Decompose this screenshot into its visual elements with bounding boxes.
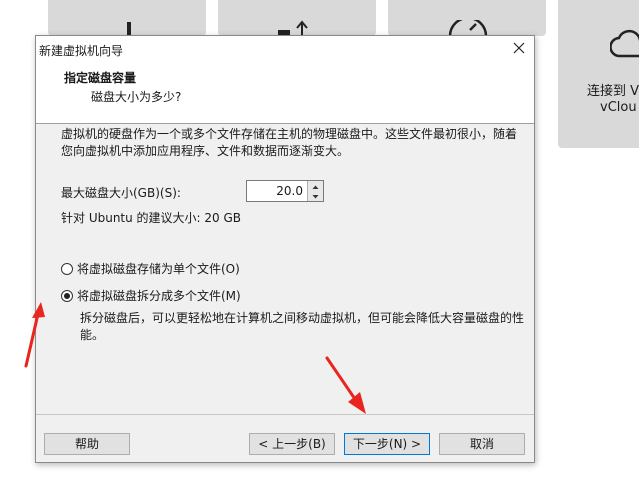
background-tile-1[interactable]	[48, 0, 206, 36]
title-bar[interactable]: 新建虚拟机向导	[36, 36, 534, 61]
cloud-icon	[610, 29, 639, 58]
spin-down-button[interactable]	[308, 191, 323, 201]
page-subtitle: 磁盘大小为多少?	[91, 90, 182, 104]
footer-divider	[36, 414, 534, 415]
max-disk-size-label: 最大磁盘大小(GB)(S):	[61, 186, 181, 200]
split-files-radio[interactable]	[61, 289, 73, 302]
recommended-size: 针对 Ubuntu 的建议大小: 20 GB	[61, 211, 242, 225]
split-option-description: 拆分磁盘后，可以更轻松地在计算机之间移动虚拟机，但可能会降低大容量磁盘的性能。	[80, 311, 525, 342]
tile-2-icon	[278, 20, 308, 36]
window-title: 新建虚拟机向导	[39, 44, 124, 58]
cancel-button[interactable]: 取消	[439, 433, 525, 455]
split-files-option[interactable]: 将虚拟磁盘拆分成多个文件(M)	[61, 287, 241, 304]
max-disk-size-value[interactable]: 20.0	[276, 184, 303, 198]
background-tile-3[interactable]	[388, 0, 546, 36]
max-disk-size-spinner[interactable]: 20.0	[246, 180, 324, 202]
back-button[interactable]: < 上一步(B)	[249, 433, 335, 455]
single-file-option[interactable]: 将虚拟磁盘存储为单个文件(O)	[61, 260, 240, 277]
chevron-down-icon	[312, 195, 319, 199]
annotation-arrow-next	[325, 356, 366, 414]
single-file-radio[interactable]	[61, 262, 73, 275]
tile-connect-line1: 连接到 V	[587, 84, 639, 99]
new-vm-wizard-dialog: 新建虚拟机向导 指定磁盘容量 磁盘大小为多少? 虚拟机的硬盘作为一个或多个文件存…	[35, 35, 535, 463]
background-tile-2[interactable]	[218, 0, 376, 36]
background-tile-connect[interactable]: 连接到 V vClou	[558, 0, 639, 148]
tile-1-icon	[127, 22, 131, 36]
close-icon[interactable]	[511, 40, 527, 56]
tile-connect-line2: vClou	[600, 100, 637, 115]
help-button[interactable]: 帮助	[44, 433, 130, 455]
disk-description: 虚拟机的硬盘作为一个或多个文件存储在主机的物理磁盘中。这些文件最初很小，随着您向…	[61, 127, 518, 158]
single-file-label[interactable]: 将虚拟磁盘存储为单个文件(O)	[77, 260, 240, 277]
annotation-arrow-left	[24, 302, 45, 368]
spinner-buttons	[307, 181, 323, 201]
wizard-header: 指定磁盘容量 磁盘大小为多少?	[36, 61, 534, 124]
next-button[interactable]: 下一步(N) >	[344, 433, 430, 455]
page-title: 指定磁盘容量	[64, 71, 137, 85]
split-files-label[interactable]: 将虚拟磁盘拆分成多个文件(M)	[77, 287, 241, 304]
tile-3-icon	[448, 20, 488, 36]
